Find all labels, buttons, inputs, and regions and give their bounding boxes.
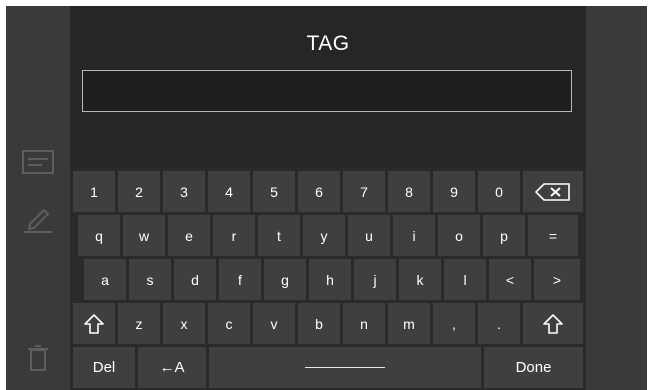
key-r[interactable]: r bbox=[213, 215, 255, 256]
key-w[interactable]: w bbox=[123, 215, 165, 256]
trash-icon[interactable] bbox=[20, 342, 56, 374]
key-u[interactable]: u bbox=[348, 215, 390, 256]
tag-input-screen: TAG 1 2 3 4 5 6 7 8 9 0 q w e r t y u i … bbox=[6, 6, 647, 390]
key-e[interactable]: e bbox=[168, 215, 210, 256]
key-s[interactable]: s bbox=[129, 259, 171, 300]
onscreen-keyboard: 1 2 3 4 5 6 7 8 9 0 q w e r t y u i o p … bbox=[70, 168, 586, 390]
done-button[interactable]: Done bbox=[484, 347, 583, 388]
shift-icon bbox=[83, 313, 105, 335]
pencil-icon[interactable] bbox=[20, 202, 56, 234]
key-q[interactable]: q bbox=[78, 215, 120, 256]
key-t[interactable]: t bbox=[258, 215, 300, 256]
key-v[interactable]: v bbox=[253, 303, 295, 344]
key-9[interactable]: 9 bbox=[433, 171, 475, 212]
key-5[interactable]: 5 bbox=[253, 171, 295, 212]
key-0[interactable]: 0 bbox=[478, 171, 520, 212]
key-comma[interactable]: , bbox=[433, 303, 475, 344]
key-k[interactable]: k bbox=[399, 259, 441, 300]
space-bar[interactable] bbox=[209, 347, 481, 388]
key-j[interactable]: j bbox=[354, 259, 396, 300]
key-2[interactable]: 2 bbox=[118, 171, 160, 212]
key-6[interactable]: 6 bbox=[298, 171, 340, 212]
key-i[interactable]: i bbox=[393, 215, 435, 256]
space-bar-indicator bbox=[305, 367, 385, 368]
right-toolbar bbox=[586, 6, 647, 390]
key-d[interactable]: d bbox=[174, 259, 216, 300]
key-3[interactable]: 3 bbox=[163, 171, 205, 212]
key-f[interactable]: f bbox=[219, 259, 261, 300]
key-l[interactable]: l bbox=[444, 259, 486, 300]
key-h[interactable]: h bbox=[309, 259, 351, 300]
key-x[interactable]: x bbox=[163, 303, 205, 344]
left-toolbar bbox=[6, 6, 70, 390]
key-b[interactable]: b bbox=[298, 303, 340, 344]
key-o[interactable]: o bbox=[438, 215, 480, 256]
key-less-than[interactable]: < bbox=[489, 259, 531, 300]
backspace-key[interactable] bbox=[523, 171, 583, 212]
key-p[interactable]: p bbox=[483, 215, 525, 256]
key-8[interactable]: 8 bbox=[388, 171, 430, 212]
key-m[interactable]: m bbox=[388, 303, 430, 344]
tag-dialog: TAG 1 2 3 4 5 6 7 8 9 0 q w e r t y u i … bbox=[70, 6, 586, 390]
shift-key-left[interactable] bbox=[73, 303, 115, 344]
shift-icon bbox=[542, 313, 564, 335]
note-icon[interactable] bbox=[20, 148, 56, 180]
backspace-icon bbox=[535, 182, 571, 201]
key-1[interactable]: 1 bbox=[73, 171, 115, 212]
case-toggle-button[interactable]: ←A bbox=[138, 347, 206, 388]
key-y[interactable]: y bbox=[303, 215, 345, 256]
tag-input[interactable] bbox=[82, 70, 572, 112]
key-g[interactable]: g bbox=[264, 259, 306, 300]
delete-button[interactable]: Del bbox=[73, 347, 135, 388]
key-a[interactable]: a bbox=[84, 259, 126, 300]
key-period[interactable]: . bbox=[478, 303, 520, 344]
key-n[interactable]: n bbox=[343, 303, 385, 344]
key-7[interactable]: 7 bbox=[343, 171, 385, 212]
key-equals[interactable]: = bbox=[528, 215, 578, 256]
shift-key-right[interactable] bbox=[523, 303, 583, 344]
key-c[interactable]: c bbox=[208, 303, 250, 344]
key-z[interactable]: z bbox=[118, 303, 160, 344]
key-4[interactable]: 4 bbox=[208, 171, 250, 212]
dialog-title: TAG bbox=[306, 32, 350, 55]
key-greater-than[interactable]: > bbox=[534, 259, 580, 300]
